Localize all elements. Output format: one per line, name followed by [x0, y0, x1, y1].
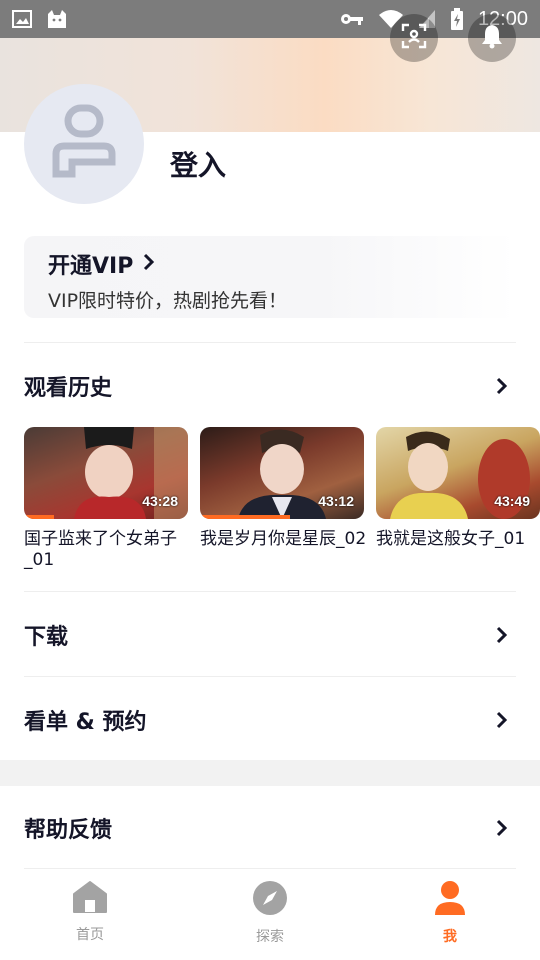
person-icon [434, 880, 466, 920]
watchlist-label: 看单 & 预约 [24, 710, 147, 735]
history-label: 观看历史 [24, 376, 113, 401]
download-row[interactable]: 下载 [24, 605, 516, 665]
video-title[interactable]: 国子监来了个女弟子_01 [24, 529, 192, 571]
video-thumbnail[interactable]: 43:28 [24, 427, 188, 519]
key-icon [340, 12, 364, 26]
divider [24, 868, 516, 869]
section-separator [0, 760, 540, 786]
help-row[interactable]: 帮助反馈 [24, 798, 516, 858]
default-avatar-icon [52, 104, 116, 184]
image-icon [12, 10, 32, 28]
login-label[interactable]: 登入 [170, 144, 226, 184]
vip-banner[interactable]: 开通VIP VIP限时特价，热剧抢先看！ [24, 236, 516, 318]
battery-charging-icon [450, 8, 464, 30]
chevron-right-icon [496, 626, 508, 644]
watchlist-row[interactable]: 看单 & 预约 [24, 690, 516, 750]
watch-progress-bar [24, 515, 54, 519]
history-row[interactable]: 观看历史 [24, 356, 516, 416]
avatar[interactable] [24, 84, 144, 204]
tab-home[interactable]: 首页 [0, 870, 180, 960]
history-card[interactable]: 43:12 我是岁月你是星辰_02 [200, 427, 366, 571]
video-duration: 43:28 [142, 493, 178, 509]
video-duration: 43:49 [494, 493, 530, 509]
scan-icon [401, 23, 427, 53]
vip-subtitle: VIP限时特价，热剧抢先看！ [48, 290, 288, 312]
scan-button[interactable] [390, 14, 438, 62]
video-title[interactable]: 我是岁月你是星辰_02 [200, 529, 368, 550]
help-label: 帮助反馈 [24, 818, 113, 843]
cat-icon [46, 8, 68, 30]
history-card[interactable]: 43:49 我就是这般女子_01 [376, 427, 540, 571]
divider [24, 676, 516, 677]
divider [24, 342, 516, 343]
video-title[interactable]: 我就是这般女子_01 [376, 529, 540, 550]
bell-icon [480, 23, 504, 53]
notification-button[interactable] [468, 14, 516, 62]
tab-label: 探索 [256, 929, 284, 945]
chevron-right-icon [496, 377, 508, 395]
profile-section[interactable]: 登入 [24, 84, 226, 204]
bottom-tab-bar: 首页 探索 我 [0, 870, 540, 960]
chevron-right-icon [496, 711, 508, 729]
compass-icon [252, 880, 288, 920]
vip-title: 开通VIP [48, 254, 134, 279]
chevron-right-icon [143, 252, 155, 277]
download-label: 下载 [24, 625, 69, 650]
home-icon [72, 880, 108, 918]
video-thumbnail[interactable]: 43:49 [376, 427, 540, 519]
divider [24, 591, 516, 592]
tab-explore[interactable]: 探索 [180, 870, 360, 960]
chevron-right-icon [496, 819, 508, 837]
tab-label: 首页 [76, 927, 104, 943]
watch-progress-bar [200, 515, 291, 519]
tab-label: 我 [443, 929, 457, 945]
tab-me[interactable]: 我 [360, 870, 540, 960]
history-list: 43:28 国子监来了个女弟子_01 43:12 我是岁月你是星辰_02 43:… [24, 427, 540, 571]
vip-title-row: 开通VIP [48, 248, 492, 280]
history-card[interactable]: 43:28 国子监来了个女弟子_01 [24, 427, 188, 571]
video-thumbnail[interactable]: 43:12 [200, 427, 364, 519]
video-duration: 43:12 [318, 493, 354, 509]
status-bar: 12:00 [0, 0, 540, 38]
